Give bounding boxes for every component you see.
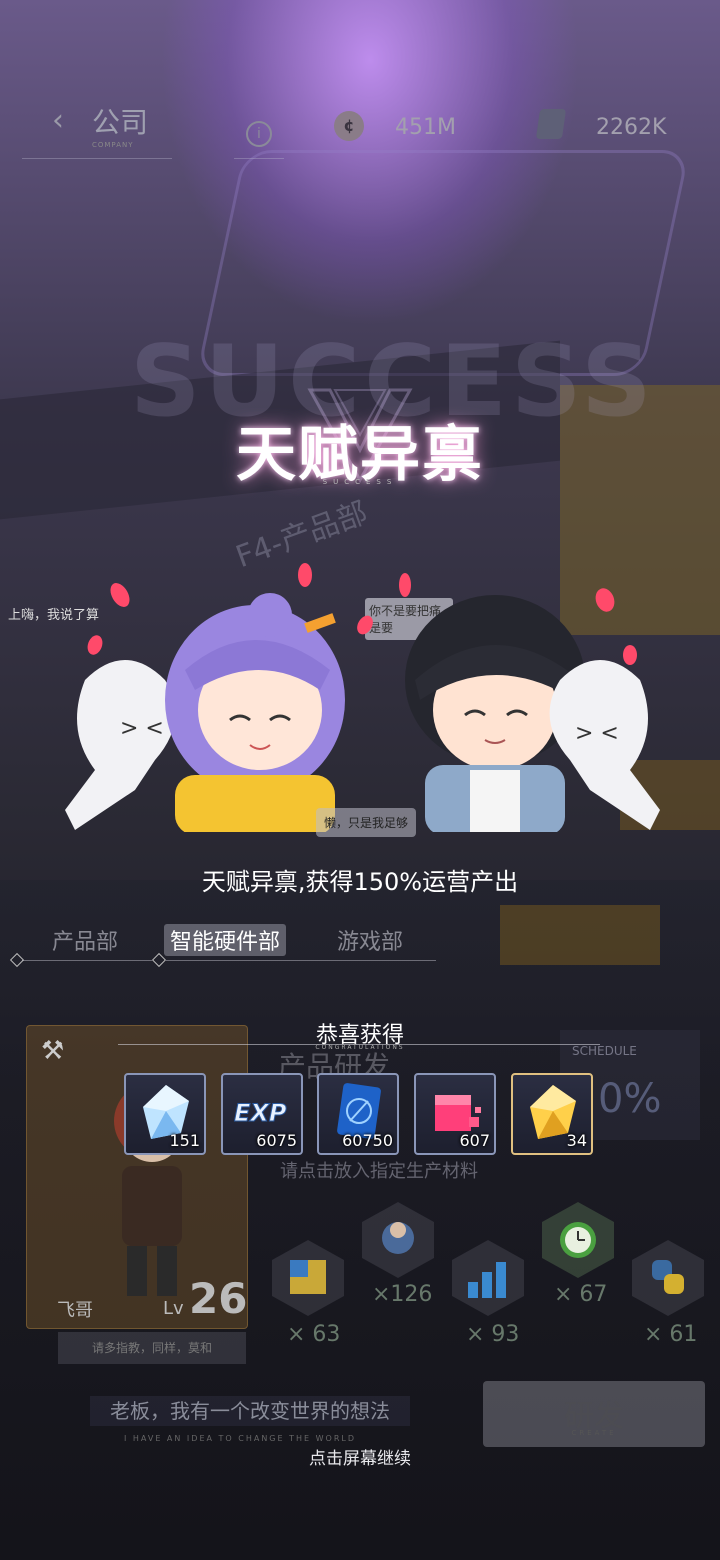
- material-count: × 93: [466, 1322, 520, 1347]
- dev-hint: 请点击放入指定生产材料: [280, 1161, 478, 1182]
- materials: × 63 ×126 × 93 × 67 × 61: [270, 1200, 720, 1360]
- bar-chart-icon: [452, 1240, 524, 1316]
- reward-item[interactable]: 151: [124, 1073, 206, 1155]
- result-text: 天赋异禀,获得150%运营产出: [201, 868, 519, 896]
- svg-text:> <: > <: [120, 716, 164, 741]
- company-sub-label: COMPANY: [92, 141, 134, 149]
- divider: [234, 158, 284, 159]
- develop-button-sub: CREATE: [571, 1429, 617, 1437]
- coin-icon: ¢: [334, 111, 364, 141]
- reward-count: 607: [459, 1131, 490, 1150]
- tap-to-continue[interactable]: 点击屏幕继续: [0, 1444, 720, 1469]
- level-label: Lv: [163, 1298, 184, 1319]
- gem-count: 2262K: [596, 115, 667, 140]
- employee-card[interactable]: ⚒ 飞哥 Lv 26: [26, 1025, 248, 1329]
- coin-count: 451M: [395, 115, 456, 140]
- material-count: ×126: [372, 1282, 433, 1307]
- chevron-left-icon[interactable]: ‹: [52, 103, 64, 138]
- rubiks-cube-icon: [272, 1240, 344, 1316]
- reward-item[interactable]: 60750: [317, 1073, 399, 1155]
- info-icon[interactable]: i: [246, 121, 272, 147]
- characters-illustration: > < > <: [65, 563, 660, 832]
- employee-level: 26: [189, 1274, 248, 1323]
- python-icon: [632, 1240, 704, 1316]
- speech-line: 老板，我有一个改变世界的想法: [90, 1396, 410, 1426]
- tab-hardware[interactable]: 智能硬件部: [164, 924, 287, 956]
- material-count: × 67: [554, 1282, 608, 1307]
- svg-text:EXP: EXP: [234, 1099, 287, 1127]
- reward-list: 151 EXP 6075 60750 607 34: [124, 1073, 604, 1159]
- tab-game[interactable]: 游戏部: [337, 924, 403, 956]
- popup-title-sub: SUCCESS: [322, 478, 398, 486]
- reward-item[interactable]: 607: [414, 1073, 496, 1155]
- clock-icon: [542, 1202, 614, 1278]
- speech-sub: I HAVE AN IDEA TO CHANGE THE WORLD: [123, 1434, 356, 1443]
- material-slot[interactable]: [360, 1200, 436, 1280]
- develop-button[interactable]: 研发 CREATE: [483, 1381, 705, 1447]
- reward-count: 151: [169, 1131, 200, 1150]
- chat-bubble-bottom: 懒，只是我足够: [316, 808, 417, 837]
- detective-icon: [362, 1202, 434, 1278]
- reward-count: 60750: [342, 1131, 393, 1150]
- divider: [22, 960, 152, 961]
- material-slot[interactable]: [540, 1200, 616, 1280]
- reward-item[interactable]: 34: [511, 1073, 593, 1155]
- material-count: × 63: [287, 1322, 341, 1347]
- tab-product[interactable]: 产品部: [52, 924, 118, 956]
- svg-text:> <: > <: [575, 721, 619, 746]
- department-tabs: 产品部 智能硬件部 游戏部: [0, 920, 720, 968]
- material-slot[interactable]: [450, 1238, 526, 1318]
- reward-count: 6075: [256, 1131, 297, 1150]
- card-icon: [535, 109, 567, 139]
- schedule-value: 0%: [598, 1076, 662, 1122]
- popup-title-block: 天赋异禀 SUCCESS: [170, 370, 550, 510]
- material-slot[interactable]: [270, 1238, 346, 1318]
- employee-name: 飞哥: [57, 1300, 93, 1321]
- congrats-sub: CONGRATULATIONS: [315, 1044, 405, 1051]
- divider: [166, 960, 436, 961]
- company-button[interactable]: 公司: [92, 101, 148, 141]
- divider: [22, 158, 172, 159]
- reward-item[interactable]: EXP 6075: [221, 1073, 303, 1155]
- material-slot[interactable]: [630, 1238, 706, 1318]
- top-bar: ‹ 公司 COMPANY i ¢ 451M 2262K: [0, 95, 720, 159]
- reward-count: 34: [566, 1131, 587, 1150]
- employee-quote: 请多指教，同样，莫和: [58, 1332, 246, 1364]
- material-count: × 61: [644, 1322, 698, 1347]
